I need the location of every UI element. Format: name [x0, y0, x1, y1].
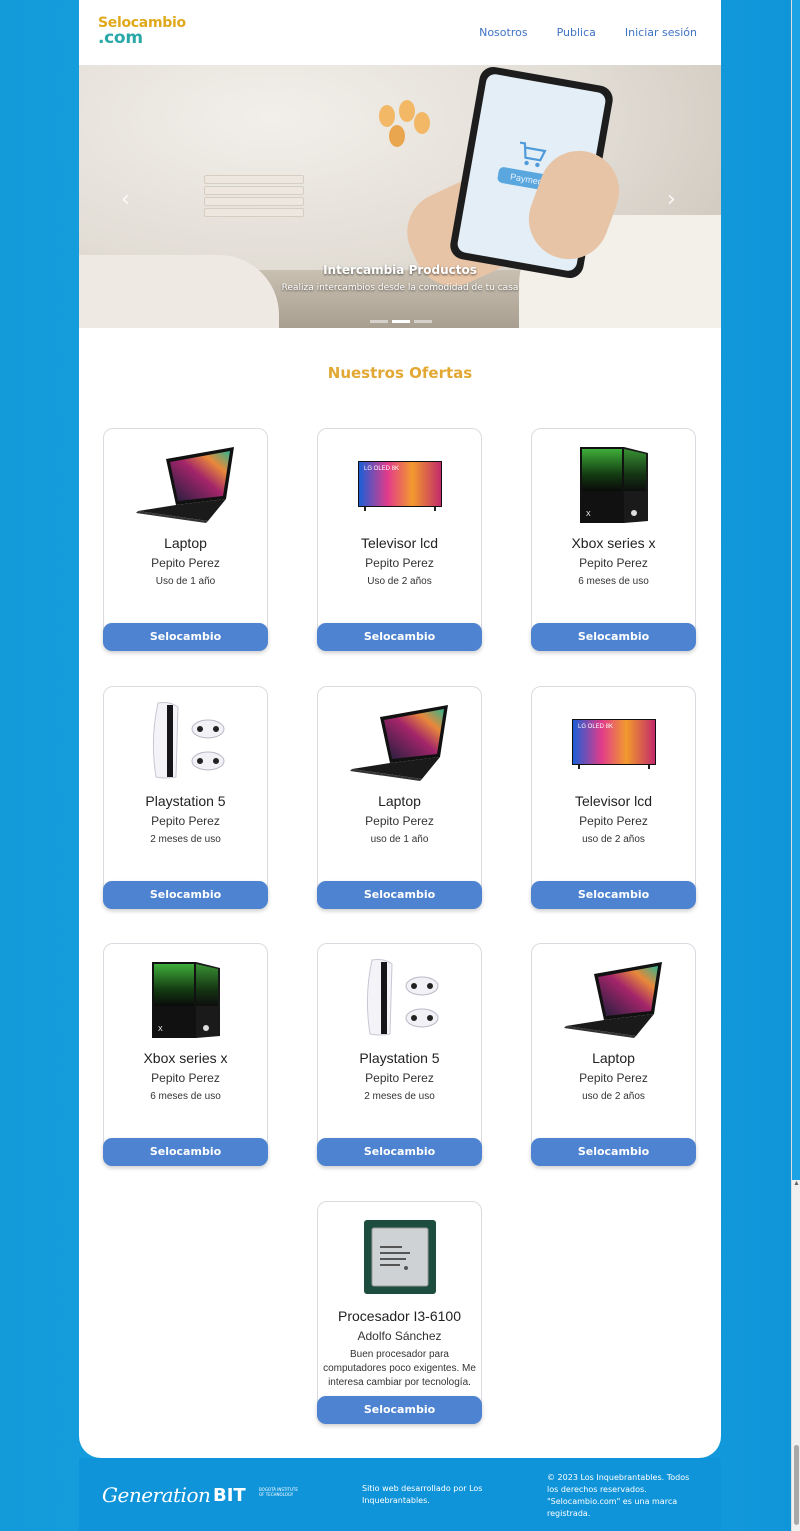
product-name: Laptop [378, 793, 421, 809]
site-footer: Generation BIT BOGOTÁ INSTITUTE OF TECHN… [79, 1458, 721, 1531]
product-description: 6 meses de uso [578, 576, 649, 587]
product-owner: Adolfo Sánchez [357, 1329, 442, 1343]
scrollbar-thumb[interactable] [794, 1445, 799, 1525]
product-owner: Pepito Perez [365, 1071, 434, 1085]
hero-books [204, 175, 304, 225]
top-nav: Nosotros Publica Iniciar sesión [479, 26, 697, 39]
nav-nosotros[interactable]: Nosotros [479, 26, 527, 39]
product-description: 2 meses de uso [150, 834, 221, 845]
product-card: Playstation 5 Pepito Perez 2 meses de uso S… [103, 686, 268, 909]
selocambio-button[interactable]: Selocambio [103, 623, 268, 651]
nav-iniciar-sesion[interactable]: Iniciar sesión [625, 26, 697, 39]
page-scrollbar[interactable]: ▲ [791, 0, 800, 1531]
carousel-indicator-3[interactable] [414, 320, 432, 323]
product-card: LG OLED 8K Televisor lcd Pepito Perez uso d… [531, 686, 696, 909]
scroll-up-icon[interactable]: ▲ [793, 1180, 800, 1188]
product-owner: Pepito Perez [151, 556, 220, 570]
television-image: LG OLED 8K [350, 441, 450, 526]
product-card: X Xbox series x Pepito Perez 6 meses de uso… [103, 943, 268, 1166]
hero-title: Intercambia Productos [323, 263, 477, 277]
chevron-right-icon: › [667, 187, 676, 212]
xbox-image: X [564, 441, 664, 526]
product-description: Buen procesador para computadores poco e… [323, 1349, 476, 1388]
product-name: Xbox series x [571, 535, 656, 551]
hero-carousel[interactable]: Payment ‹ › Intercambia Productos Realiz… [79, 65, 721, 328]
scrollbar-track-top [792, 0, 800, 1180]
product-description: 6 meses de uso [150, 1091, 221, 1102]
product-card: Laptop Pepito Perez uso de 2 años Selocambi… [531, 943, 696, 1166]
laptop-image [564, 956, 664, 1041]
site-logo[interactable]: Selocambio .com [98, 16, 186, 48]
product-name: Xbox series x [143, 1050, 228, 1066]
product-name: Laptop [164, 535, 207, 551]
main-page: Selocambio .com Nosotros Publica Iniciar… [79, 0, 721, 1458]
carousel-indicator-1[interactable] [370, 320, 388, 323]
section-title: Nuestros Ofertas [327, 364, 473, 382]
carousel-indicators [370, 320, 432, 323]
selocambio-button[interactable]: Selocambio [317, 623, 482, 651]
product-owner: Pepito Perez [151, 814, 220, 828]
product-card: Laptop Pepito Perez uso de 1 año Selocambio [317, 686, 482, 909]
footer-developer-note: Sitio web desarrollado por Los Inquebran… [362, 1484, 483, 1505]
footer-copyright: © 2023 Los Inquebrantables. Todos los de… [547, 1473, 690, 1518]
site-header: Selocambio .com Nosotros Publica Iniciar… [79, 0, 721, 65]
carousel-prev-button[interactable]: ‹ [121, 187, 130, 212]
product-name: Televisor lcd [574, 793, 653, 809]
product-owner: Pepito Perez [579, 1071, 648, 1085]
product-card: Playstation 5 Pepito Perez 2 meses de uso S… [317, 943, 482, 1166]
carousel-indicator-2[interactable] [392, 320, 410, 323]
product-description: Uso de 1 año [155, 576, 216, 587]
cart-icon [519, 141, 547, 168]
product-description: Uso de 2 años [367, 576, 432, 587]
product-card: LG OLED 8K Televisor lcd Pepito Perez Uso d… [317, 428, 482, 651]
product-name: Laptop [592, 1050, 635, 1066]
svg-text:LG OLED 8K: LG OLED 8K [578, 724, 613, 730]
playstation-image [136, 699, 236, 784]
processor-image [350, 1214, 450, 1299]
television-image: LG OLED 8K [564, 699, 664, 784]
carousel-next-button[interactable]: › [667, 187, 676, 212]
product-name: Playstation 5 [359, 1050, 440, 1066]
bit-logo: BIT [213, 1485, 246, 1506]
bit-logo-subtitle: BOGOTÁ INSTITUTE OF TECHNOLOGY [259, 1487, 298, 1497]
chevron-left-icon: ‹ [121, 187, 130, 212]
product-description: 2 meses de uso [364, 1091, 435, 1102]
selocambio-button[interactable]: Selocambio [531, 1138, 696, 1166]
product-owner: Pepito Perez [579, 556, 648, 570]
playstation-image [350, 956, 450, 1041]
xbox-image: X [136, 956, 236, 1041]
product-description: uso de 1 año [370, 834, 429, 845]
product-name: Procesador I3-6100 [338, 1308, 461, 1324]
product-owner: Pepito Perez [151, 1071, 220, 1085]
product-description: uso de 2 años [582, 1091, 645, 1102]
nav-publica[interactable]: Publica [557, 26, 596, 39]
product-name: Playstation 5 [145, 793, 226, 809]
hero-subtitle: Realiza intercambios desde la comodidad … [281, 283, 519, 293]
logo-line-2: .com [98, 28, 143, 48]
selocambio-button[interactable]: Selocambio [531, 623, 696, 651]
selocambio-button[interactable]: Selocambio [317, 1396, 482, 1424]
product-owner: Pepito Perez [579, 814, 648, 828]
product-description: uso de 2 años [582, 834, 645, 845]
product-card: Procesador I3-6100 Adolfo Sánchez Buen pro… [317, 1201, 482, 1424]
product-owner: Pepito Perez [365, 556, 434, 570]
product-card: X Xbox series x Pepito Perez 6 meses de uso… [531, 428, 696, 651]
svg-text:X: X [158, 1026, 163, 1033]
laptop-image [350, 699, 450, 784]
product-name: Televisor lcd [360, 535, 439, 551]
laptop-image [136, 441, 236, 526]
generation-logo: Generation [102, 1483, 211, 1507]
product-owner: Pepito Perez [365, 814, 434, 828]
selocambio-button[interactable]: Selocambio [103, 881, 268, 909]
svg-text:LG OLED 8K: LG OLED 8K [364, 466, 399, 472]
product-card: Laptop Pepito Perez Uso de 1 año Selocambio [103, 428, 268, 651]
hero-flowers [374, 100, 434, 160]
svg-text:X: X [586, 511, 591, 518]
selocambio-button[interactable]: Selocambio [317, 881, 482, 909]
selocambio-button[interactable]: Selocambio [531, 881, 696, 909]
selocambio-button[interactable]: Selocambio [103, 1138, 268, 1166]
selocambio-button[interactable]: Selocambio [317, 1138, 482, 1166]
